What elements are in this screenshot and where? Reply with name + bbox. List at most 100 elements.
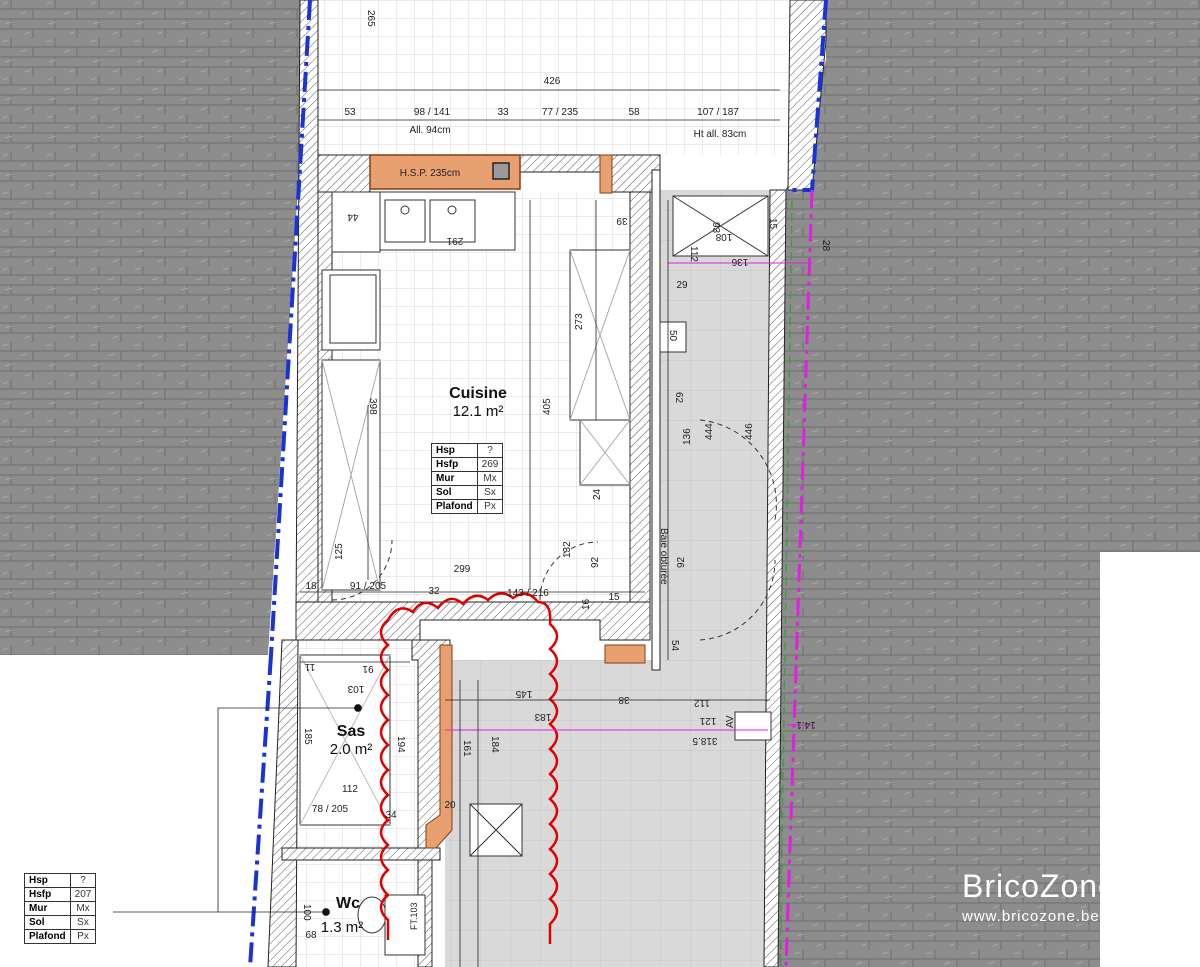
wc-table-value: 207 [69, 887, 97, 902]
svg-text:398: 398 [367, 398, 378, 415]
flue-box [492, 162, 510, 180]
svg-text:58: 58 [628, 107, 640, 118]
wc-table-value: ? [69, 873, 97, 888]
watermark-brand: BricoZone [962, 868, 1117, 904]
wc-table-row: Sol Sx [24, 915, 97, 930]
wc-table-key: Sol [24, 915, 71, 930]
watermark: BricoZone www.bricozone.be [962, 868, 1117, 925]
svg-text:265: 265 [365, 10, 376, 27]
kitchen-area: 12.1 m² [453, 403, 504, 420]
svg-text:15: 15 [608, 592, 620, 603]
kitchen-table-row: Hsp? [431, 443, 504, 458]
svg-text:68: 68 [305, 930, 317, 941]
wc-table-row: Hsfp 207 [24, 887, 97, 902]
svg-text:14.1: 14.1 [796, 719, 816, 730]
svg-text:273: 273 [574, 313, 585, 330]
kitchen-table-row: Plafond Px [431, 499, 504, 514]
svg-text:91: 91 [362, 663, 374, 674]
kitchen-table-row: Mur Mx [431, 471, 504, 486]
svg-text:183: 183 [534, 711, 551, 722]
kitchen-table-key: Hsfp [431, 457, 478, 472]
svg-text:185: 185 [302, 728, 313, 745]
kitchen-table-key: Sol [431, 485, 478, 500]
watermark-url: www.bricozone.be [962, 908, 1100, 925]
svg-text:444: 444 [704, 423, 715, 440]
kitchen-info-table: Hsp? Hsfp 269 Mur Mx Sol Sx Plafond Px [431, 443, 504, 514]
baie-obturee: Baie obturée [658, 528, 669, 585]
svg-text:98 / 141: 98 / 141 [414, 107, 451, 118]
svg-text:20: 20 [444, 800, 456, 811]
svg-text:24: 24 [592, 488, 603, 500]
svg-text:92: 92 [590, 556, 601, 568]
wc-area: 1.3 m² [321, 919, 364, 936]
svg-text:39: 39 [616, 215, 628, 226]
av-label: AV [725, 715, 736, 728]
kitchen-table-key: Mur [431, 471, 478, 486]
wc-table-key: Plafond [24, 929, 71, 944]
svg-text:16: 16 [581, 598, 592, 610]
svg-text:15: 15 [767, 218, 778, 230]
svg-text:112: 112 [694, 697, 710, 708]
svg-text:77 / 235: 77 / 235 [542, 107, 579, 118]
wc-table-key: Hsfp [24, 887, 71, 902]
svg-text:446: 446 [744, 423, 755, 440]
kitchen-table-row: Hsfp 269 [431, 457, 504, 472]
wc-table-key: Mur [24, 901, 71, 916]
svg-text:32: 32 [428, 586, 440, 597]
svg-text:107 / 187: 107 / 187 [697, 107, 739, 118]
wc-table-value: Mx [69, 901, 97, 916]
svg-text:299: 299 [454, 564, 471, 575]
wc-table-row: Mur Mx [24, 901, 97, 916]
brick-jamb-2 [604, 644, 646, 664]
neighbour-right [772, 0, 1200, 967]
svg-text:53: 53 [344, 107, 356, 118]
svg-text:54: 54 [669, 640, 680, 652]
svg-text:145: 145 [515, 688, 532, 699]
svg-text:108: 108 [715, 231, 732, 242]
svg-text:92: 92 [676, 556, 687, 568]
hsp-label: H.S.P. 235cm [400, 168, 460, 179]
svg-text:50: 50 [667, 330, 678, 342]
floor-plan: Cuisine 12.1 m² Sas 2.0 m² Wc 1.3 m² H.S… [0, 0, 1200, 967]
corridor-floor [655, 190, 775, 670]
svg-text:112: 112 [688, 246, 699, 262]
sas-area: 2.0 m² [330, 741, 373, 758]
svg-text:136: 136 [731, 256, 748, 267]
wc-table-row: Plafond Px [24, 929, 97, 944]
svg-text:28: 28 [820, 240, 831, 252]
neighbour-left [0, 0, 310, 655]
svg-text:318.5: 318.5 [692, 735, 717, 746]
svg-text:161: 161 [461, 740, 472, 757]
svg-text:136: 136 [682, 428, 693, 445]
kitchen-table-value: Px [476, 499, 504, 514]
svg-text:62: 62 [673, 392, 684, 404]
kitchen-table-value: 269 [476, 457, 504, 472]
svg-text:38: 38 [618, 694, 630, 705]
svg-text:91 / 205: 91 / 205 [350, 581, 387, 592]
wc-table-row: Hsp? [24, 873, 97, 888]
svg-text:78 / 205: 78 / 205 [312, 804, 349, 815]
kitchen-table-key: Plafond [431, 499, 478, 514]
sas-name: Sas [337, 723, 366, 740]
svg-text:29: 29 [676, 280, 688, 291]
ht-all-2: Ht all. 83cm [694, 129, 747, 140]
svg-text:194: 194 [395, 736, 406, 753]
svg-text:405: 405 [542, 398, 553, 415]
kitchen-table-value: ? [476, 443, 504, 458]
brick-jamb [599, 154, 613, 194]
svg-text:34: 34 [385, 810, 397, 821]
svg-text:184: 184 [489, 736, 500, 753]
svg-text:33: 33 [497, 107, 509, 118]
wc-name: Wc [336, 895, 360, 912]
svg-text:121: 121 [699, 715, 716, 726]
svg-text:100: 100 [301, 904, 312, 921]
wc-info-table: Hsp? Hsfp 207 Mur Mx Sol Sx Plafond Px [24, 873, 97, 944]
svg-text:426: 426 [544, 76, 561, 87]
kitchen-name: Cuisine [449, 385, 507, 402]
svg-text:18: 18 [305, 581, 317, 592]
kitchen-table-value: Mx [476, 471, 504, 486]
svg-text:125: 125 [334, 543, 345, 560]
svg-text:112: 112 [342, 784, 358, 795]
kitchen-table-key: Hsp [431, 443, 478, 458]
svg-text:291: 291 [446, 235, 463, 246]
